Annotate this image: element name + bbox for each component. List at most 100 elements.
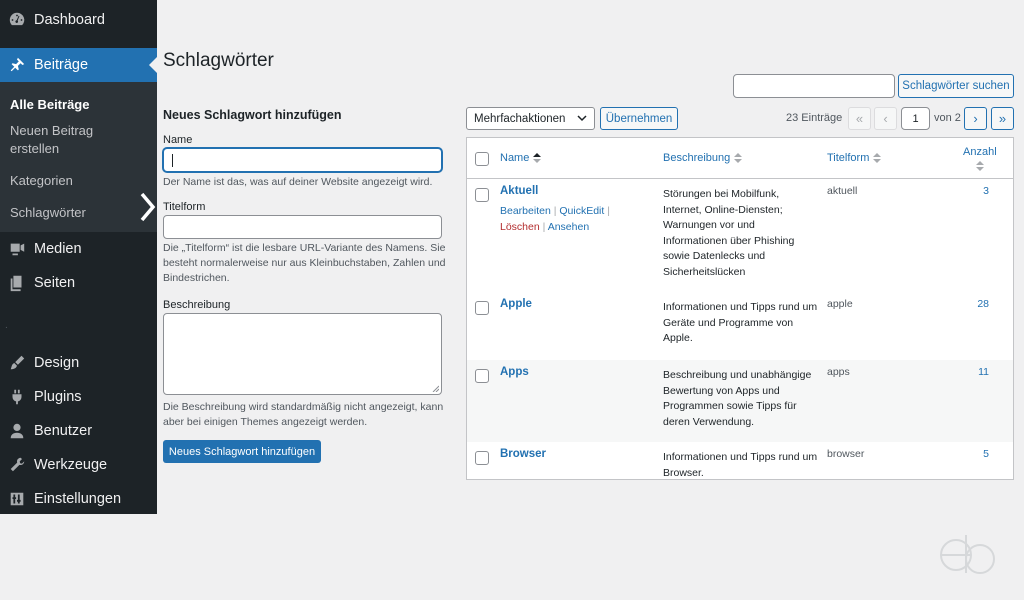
column-name-label: Name [500, 152, 530, 164]
table-row: Apps Beschreibung und unabhängige Bewert… [467, 360, 1013, 442]
submenu-tags[interactable]: Schlagwörter [0, 200, 157, 226]
name-field[interactable] [163, 148, 442, 172]
view-link[interactable]: Ansehen [548, 221, 589, 233]
items-count: 23 Einträge [786, 112, 843, 124]
action-separator: | [553, 205, 557, 217]
tag-count-link[interactable]: 3 [983, 185, 989, 197]
last-page-button[interactable]: » [991, 107, 1014, 130]
submenu-categories[interactable]: Kategorien [0, 168, 157, 194]
dashboard-icon [7, 10, 27, 30]
action-separator: | [542, 221, 546, 233]
tag-count-link[interactable]: 5 [983, 448, 989, 460]
table-row: Apple Informationen und Tipps rund um Ge… [467, 292, 1013, 360]
tag-description: Beschreibung und unabhängige Bewertung v… [663, 369, 812, 428]
user-icon [7, 421, 27, 441]
sidebar-item-label: Plugins [34, 389, 82, 405]
column-slug-label: Titelform [827, 152, 870, 164]
table-row: Browser Informationen und Tipps rund um … [467, 442, 1013, 479]
sidebar-item-posts[interactable]: Beiträge [0, 48, 157, 82]
sort-icon [873, 153, 882, 163]
row-checkbox[interactable] [475, 369, 489, 383]
edit-link[interactable]: Bearbeiten [500, 205, 551, 217]
row-checkbox[interactable] [475, 451, 489, 465]
bulk-actions-value: Mehrfachaktionen [474, 112, 566, 125]
text-caret [172, 154, 173, 167]
sidebar-item-tools[interactable]: Werkzeuge [0, 448, 157, 482]
wrench-icon [7, 455, 27, 475]
pages-icon [7, 273, 27, 293]
sidebar-item-label: Werkzeuge [34, 457, 108, 473]
row-actions: Bearbeiten | QuickEdit | Löschen | Anseh… [500, 203, 620, 235]
action-separator: | [607, 205, 610, 217]
column-count[interactable]: Anzahl [963, 146, 997, 171]
column-description-label: Beschreibung [663, 152, 731, 164]
column-description[interactable]: Beschreibung [663, 152, 743, 164]
row-checkbox[interactable] [475, 188, 489, 202]
sidebar-item-label: Benutzer [34, 423, 93, 439]
slug-field[interactable] [163, 215, 442, 239]
sidebar-item-dashboard[interactable]: Dashboard [0, 0, 157, 40]
sidebar-item-label: Seiten [34, 275, 76, 291]
sidebar-item-design[interactable]: Design [0, 346, 157, 380]
submenu-new-post[interactable]: Neuen Beitrag erstellen [0, 118, 110, 162]
add-tag-button[interactable]: Neues Schlagwort hinzufügen [163, 440, 321, 463]
tag-slug: apple [827, 298, 853, 310]
tag-name-link[interactable]: Apps [500, 366, 529, 378]
submenu-all-posts[interactable]: Alle Beiträge [0, 92, 157, 118]
sort-asc-icon [533, 153, 542, 163]
description-label: Beschreibung [163, 299, 231, 311]
column-slug[interactable]: Titelform [827, 152, 882, 164]
add-tag-heading: Neues Schlagwort hinzufügen [163, 108, 342, 122]
apply-button[interactable]: Übernehmen [600, 107, 678, 130]
tag-name-link[interactable]: Apple [500, 298, 532, 310]
delete-link[interactable]: Löschen [500, 221, 540, 233]
chevron-right-icon [138, 191, 158, 223]
tag-description: Informationen und Tipps rund um Browser. [663, 451, 818, 479]
sidebar-item-label: Medien [34, 241, 82, 257]
sidebar-item-label: Beiträge [34, 57, 89, 73]
search-input[interactable] [733, 74, 895, 98]
tag-name-link[interactable]: Browser [500, 448, 546, 460]
tag-slug: aktuell [827, 185, 858, 197]
resize-handle-icon[interactable] [431, 384, 439, 392]
menu-separator: . [5, 320, 8, 331]
table-header: Name Beschreibung Titelform Anzahl [467, 138, 1013, 179]
tag-count-link[interactable]: 11 [978, 366, 989, 378]
sidebar-item-plugins[interactable]: Plugins [0, 380, 157, 414]
table-row: Aktuell Bearbeiten | QuickEdit | Löschen… [467, 179, 1013, 292]
chevron-down-icon [577, 115, 587, 122]
plugin-icon [7, 387, 27, 407]
current-page-input[interactable]: 1 [901, 107, 930, 130]
sidebar-item-media[interactable]: Medien [0, 232, 157, 266]
sidebar-item-label: Design [34, 355, 80, 371]
tag-description: Störungen bei Mobilfunk, Internet, Onlin… [663, 188, 795, 278]
tag-count-link[interactable]: 28 [977, 298, 989, 310]
description-field[interactable] [163, 313, 442, 395]
slug-help-text: Die „Titelform“ ist die lesbare URL-Vari… [163, 242, 446, 284]
total-pages: von 2 [934, 112, 961, 124]
tag-name-link[interactable]: Aktuell [500, 185, 538, 197]
quickedit-link[interactable]: QuickEdit [559, 205, 604, 217]
prev-page-button[interactable]: ‹ [874, 107, 897, 130]
slug-label: Titelform [163, 201, 206, 213]
sidebar-item-users[interactable]: Benutzer [0, 414, 157, 448]
select-all-checkbox[interactable] [475, 152, 489, 166]
tag-slug: browser [827, 448, 865, 460]
column-name[interactable]: Name [500, 152, 542, 164]
next-page-button[interactable]: › [964, 107, 987, 130]
first-page-button[interactable]: « [848, 107, 871, 130]
sidebar-item-label: Dashboard [34, 12, 105, 28]
sort-icon [734, 153, 743, 163]
name-label: Name [163, 134, 193, 146]
search-tags-button[interactable]: Schlagwörter suchen [898, 74, 1014, 98]
bulk-actions-select[interactable]: Mehrfachaktionen [466, 107, 595, 130]
brush-icon [7, 353, 27, 373]
sidebar-item-pages[interactable]: Seiten [0, 266, 157, 300]
row-checkbox[interactable] [475, 301, 489, 315]
sidebar-item-label: Einstellungen [34, 491, 122, 507]
sort-icon [975, 161, 984, 171]
tag-slug: apps [827, 366, 850, 378]
sidebar-item-settings[interactable]: Einstellungen [0, 482, 157, 516]
tags-table: Name Beschreibung Titelform Anzahl Aktue… [466, 137, 1014, 480]
pin-icon [7, 55, 27, 75]
